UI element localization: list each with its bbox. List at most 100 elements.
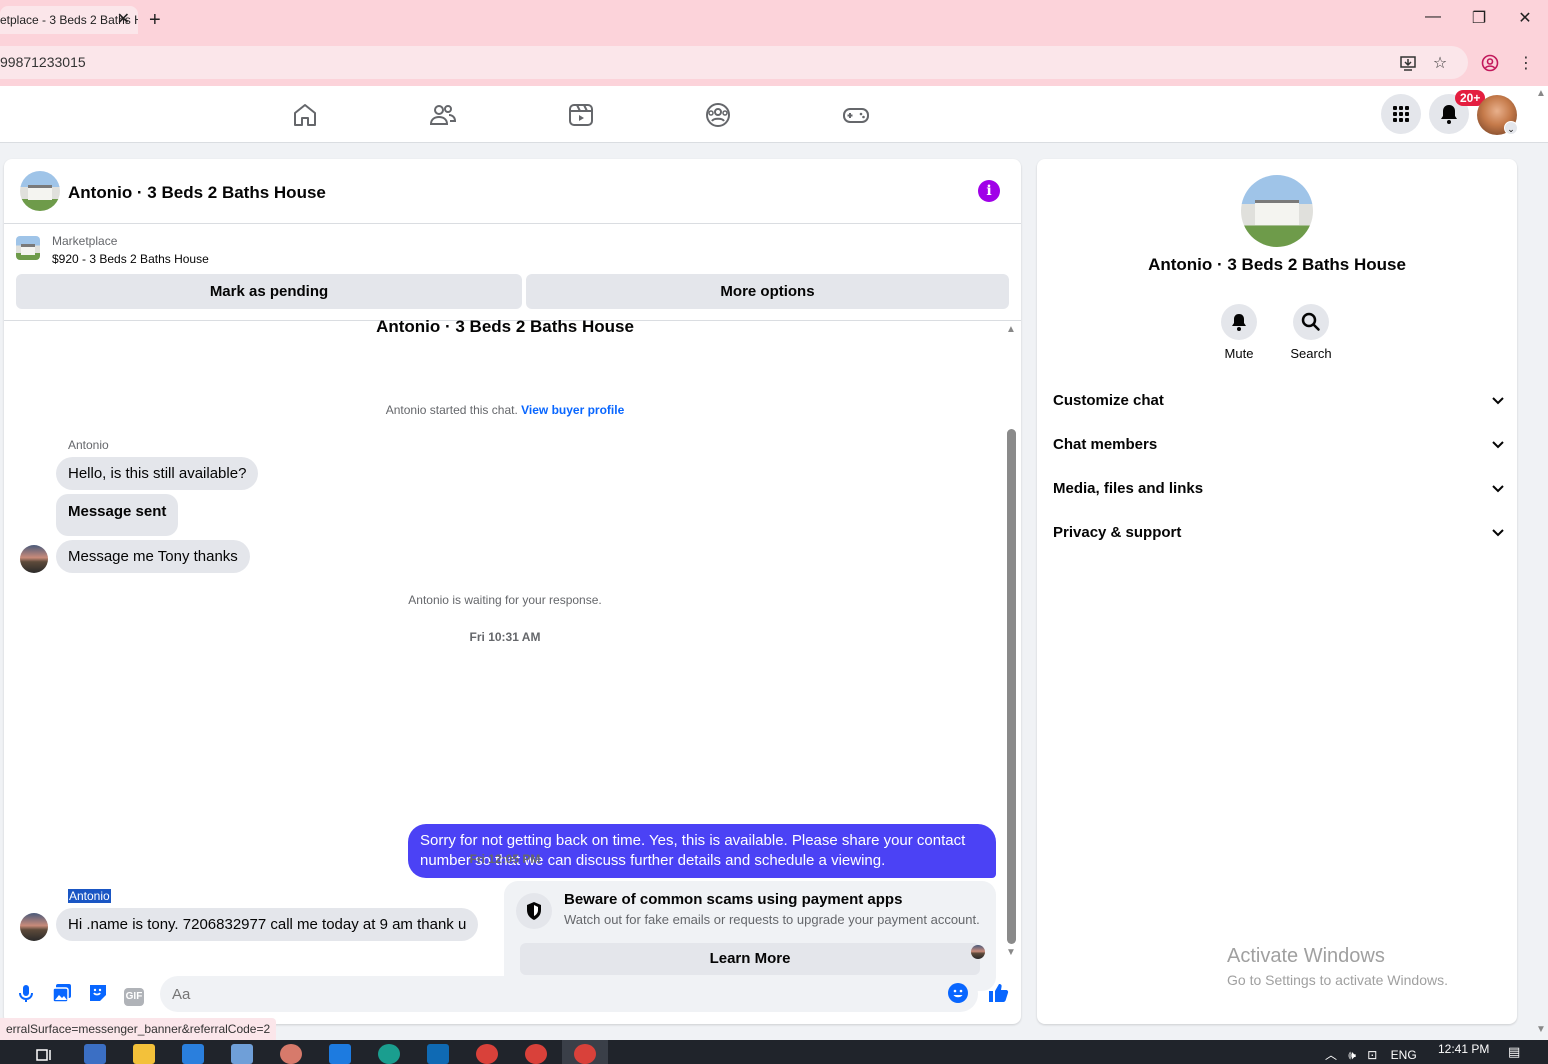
bell-icon	[1221, 304, 1257, 340]
chat-header: Antonio · 3 Beds 2 Baths House i	[4, 159, 1021, 224]
search-button[interactable]: Search	[1276, 304, 1346, 361]
incoming-message[interactable]: Hello, is this still available?	[56, 457, 259, 490]
search-label: Search	[1290, 346, 1332, 361]
scroll-up-arrow-icon[interactable]: ▲	[1006, 324, 1016, 335]
search-icon	[1293, 304, 1329, 340]
photos-icon[interactable]	[231, 1044, 253, 1064]
conversation-avatar[interactable]	[1241, 175, 1313, 247]
chat-title[interactable]: Antonio · 3 Beds 2 Baths House	[68, 183, 326, 203]
timestamp: Fri 12:05 PM	[469, 852, 541, 866]
new-tab-button[interactable]: +	[149, 8, 161, 32]
microphone-icon[interactable]	[14, 981, 38, 1005]
incoming-message[interactable]: Message me Tony thanks	[56, 540, 250, 573]
sender-name: Antonio	[68, 438, 109, 452]
emoji-icon[interactable]	[946, 981, 970, 1005]
sender-avatar[interactable]	[20, 913, 48, 941]
section-label: Privacy & support	[1053, 524, 1182, 541]
edge-icon[interactable]	[378, 1044, 400, 1064]
restore-button[interactable]: ❐	[1467, 8, 1491, 28]
chevron-down-icon[interactable]: ⌄	[1504, 121, 1518, 135]
incoming-message[interactable]: Hi .name is tony. 7206832977 call me tod…	[56, 908, 479, 941]
chrome-icon[interactable]	[525, 1044, 547, 1064]
status-bar-url: erralSurface=messenger_banner&referralCo…	[0, 1018, 277, 1040]
volume-icon[interactable]: 🕪	[1348, 1048, 1356, 1062]
watch-icon[interactable]	[566, 100, 596, 130]
message-input[interactable]	[160, 976, 978, 1012]
grid-icon	[1393, 106, 1409, 122]
chevron-down-icon	[1491, 386, 1505, 426]
scroll-down-arrow-icon[interactable]: ▼	[1006, 947, 1016, 958]
file-explorer-icon[interactable]	[133, 1044, 155, 1064]
app-icon[interactable]	[84, 1044, 106, 1064]
sender-avatar[interactable]	[20, 545, 48, 573]
tab-close-icon[interactable]: ✕	[117, 6, 130, 34]
like-thumb-icon[interactable]	[986, 981, 1010, 1005]
browser-menu-icon[interactable]: ⋮	[1516, 54, 1536, 74]
privacy-support-section[interactable]: Privacy & support	[1053, 518, 1505, 548]
chevron-down-icon	[1491, 430, 1505, 470]
view-buyer-profile-link[interactable]: View buyer profile	[521, 403, 624, 417]
gaming-icon[interactable]	[841, 100, 871, 130]
shield-icon	[516, 893, 552, 929]
facebook-top-nav	[0, 86, 1548, 143]
mail-icon[interactable]	[329, 1044, 351, 1064]
chevron-down-icon	[1491, 518, 1505, 558]
install-app-icon[interactable]	[1398, 54, 1418, 74]
info-icon[interactable]: i	[978, 180, 1000, 202]
browser-tab[interactable]: etplace - 3 Beds 2 Baths House ✕	[0, 6, 138, 34]
conversation-name: Antonio · 3 Beds 2 Baths House	[1148, 255, 1406, 274]
groups-icon[interactable]	[703, 100, 733, 130]
sticker-icon[interactable]	[86, 981, 110, 1005]
system-tray[interactable]: ︿ 🕪 ⊡ ENG	[1325, 1046, 1417, 1063]
page-scroll-down-icon[interactable]: ▼	[1536, 1024, 1546, 1035]
app-icon[interactable]	[427, 1044, 449, 1064]
chrome-icon	[574, 1044, 596, 1064]
chrome-icon[interactable]	[476, 1044, 498, 1064]
close-window-button[interactable]: ✕	[1513, 8, 1537, 28]
customize-chat-section[interactable]: Customize chat	[1053, 386, 1505, 416]
tray-chevron-icon[interactable]: ︿	[1325, 1048, 1337, 1062]
section-label: Chat members	[1053, 436, 1158, 453]
listing-avatar[interactable]	[20, 171, 60, 211]
store-icon[interactable]	[182, 1044, 204, 1064]
scrollbar-thumb[interactable]	[1007, 429, 1016, 944]
chat-started-notice: Antonio started this chat. View buyer pr…	[4, 403, 1006, 417]
chevron-down-icon	[1491, 474, 1505, 514]
section-label: Media, files and links	[1053, 480, 1204, 497]
listing-title[interactable]: $920 - 3 Beds 2 Baths House	[52, 252, 209, 266]
minimize-button[interactable]: —	[1421, 8, 1445, 26]
clock[interactable]: 12:41 PM	[1438, 1042, 1489, 1056]
browser-tab-bar: etplace - 3 Beds 2 Baths House ✕ + — ❐ ✕	[0, 0, 1548, 40]
outgoing-message[interactable]: Sorry for not getting back on time. Yes,…	[408, 824, 996, 878]
network-icon[interactable]: ⊡	[1367, 1048, 1377, 1062]
chat-started-text: Antonio started this chat.	[385, 403, 518, 417]
incoming-message[interactable]: Message sent	[56, 494, 179, 536]
listing-thumbnail[interactable]	[16, 236, 40, 260]
chat-members-section[interactable]: Chat members	[1053, 430, 1505, 460]
url-field[interactable]: 99871233015	[0, 46, 1468, 79]
mark-as-pending-button[interactable]: Mark as pending	[16, 274, 522, 309]
profile-icon[interactable]	[1480, 54, 1500, 74]
photo-icon[interactable]	[50, 981, 74, 1005]
bookmark-star-icon[interactable]: ☆	[1430, 54, 1450, 74]
scam-warning-title: Beware of common scams using payment app…	[564, 891, 903, 908]
windows-taskbar: ︿ 🕪 ⊡ ENG 12:41 PM ▤	[0, 1040, 1548, 1064]
page-scroll-up-icon[interactable]: ▲	[1536, 88, 1546, 99]
section-label: Customize chat	[1053, 392, 1164, 409]
media-files-links-section[interactable]: Media, files and links	[1053, 474, 1505, 504]
notifications-center-icon[interactable]: ▤	[1508, 1044, 1520, 1060]
sender-name-selected: Antonio	[68, 889, 111, 903]
friends-icon[interactable]	[428, 100, 458, 130]
menu-grid-button[interactable]	[1381, 94, 1421, 134]
gif-label: GIF	[123, 988, 145, 1006]
gif-icon[interactable]: GIF	[122, 981, 146, 1006]
mute-label: Mute	[1224, 346, 1254, 361]
language-indicator[interactable]: ENG	[1391, 1048, 1417, 1062]
timestamp: Fri 10:31 AM	[469, 630, 541, 644]
active-taskbar-item[interactable]	[562, 1040, 608, 1064]
more-options-button[interactable]: More options	[526, 274, 1009, 309]
app-icon[interactable]	[280, 1044, 302, 1064]
task-view-icon[interactable]	[34, 1044, 56, 1064]
home-icon[interactable]	[290, 100, 320, 130]
mute-button[interactable]: Mute	[1204, 304, 1274, 361]
